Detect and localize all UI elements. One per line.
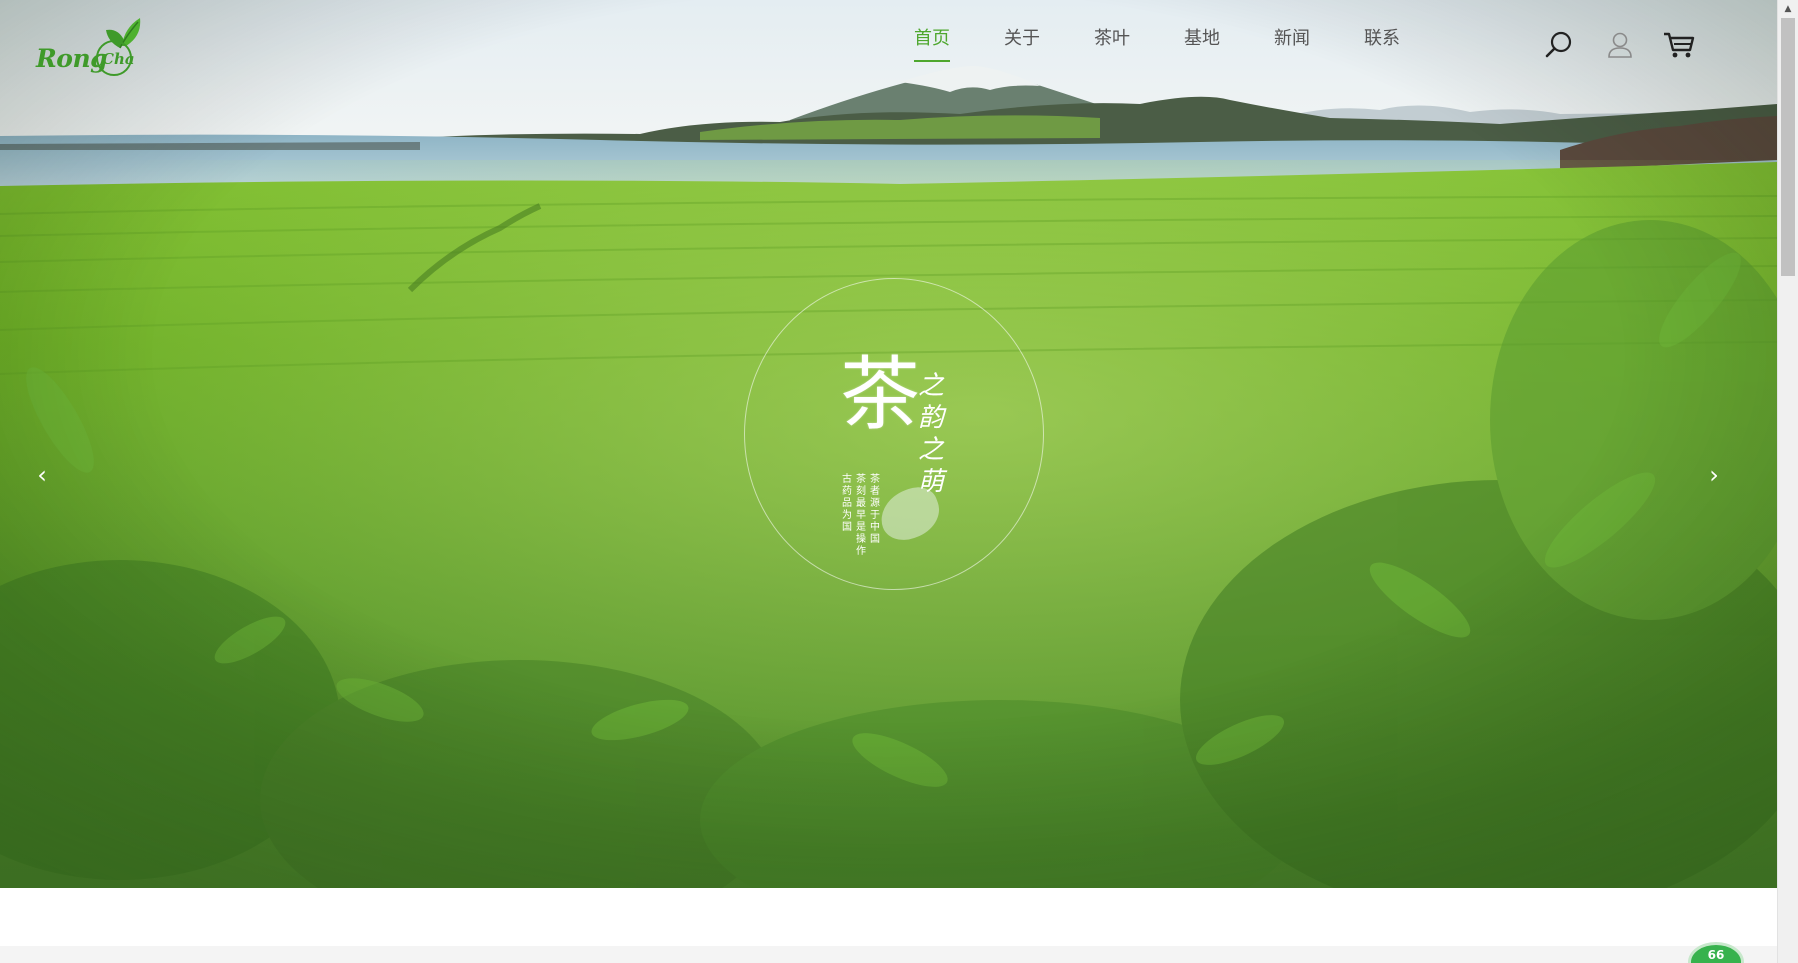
user-icon[interactable] <box>1606 30 1634 60</box>
brand-logo[interactable]: Rong Cha <box>34 16 144 82</box>
logo-word-cha: Cha <box>102 50 135 68</box>
emblem-main-character: 茶 <box>840 348 920 441</box>
scrollbar-thumb[interactable] <box>1781 18 1795 276</box>
nav-item-home[interactable]: 首页 <box>904 26 994 62</box>
emblem-small-text-2: 茶刻最早是操作 <box>856 474 866 557</box>
cart-icon[interactable] <box>1662 30 1696 60</box>
carousel-prev-arrow[interactable]: ‹ <box>30 460 54 490</box>
logo-word-rong: Rong <box>36 44 108 73</box>
scroll-up-arrow[interactable]: ▲ <box>1778 2 1798 16</box>
carousel-next-arrow[interactable]: › <box>1702 460 1726 490</box>
hero-emblem: 茶 之韵之萌 茶者源于中国 茶刻最早是操作 古药品为国 <box>744 278 1044 590</box>
emblem-small-text-3: 古药品为国 <box>842 474 852 533</box>
site-header: Rong Cha 首页 关于 茶叶 基地 新闻 联系 <box>0 0 1777 96</box>
hero-banner: 茶 之韵之萌 茶者源于中国 茶刻最早是操作 古药品为国 ‹ › <box>0 0 1777 888</box>
nav-item-about[interactable]: 关于 <box>994 26 1084 62</box>
nav-item-base[interactable]: 基地 <box>1174 26 1264 62</box>
emblem-side-text: 之韵之萌 <box>918 371 945 497</box>
main-nav: 首页 关于 茶叶 基地 新闻 联系 <box>904 26 1444 62</box>
nav-item-contact[interactable]: 联系 <box>1354 26 1444 62</box>
emblem-small-text-1: 茶者源于中国 <box>870 474 880 545</box>
section-divider <box>0 946 1777 963</box>
nav-item-news[interactable]: 新闻 <box>1264 26 1354 62</box>
content-section <box>0 888 1777 963</box>
page: 茶 之韵之萌 茶者源于中国 茶刻最早是操作 古药品为国 ‹ › Rong Cha… <box>0 0 1798 963</box>
page-scrollbar[interactable]: ▲ <box>1777 0 1798 963</box>
search-icon[interactable] <box>1544 30 1574 60</box>
nav-item-tea[interactable]: 茶叶 <box>1084 26 1174 62</box>
